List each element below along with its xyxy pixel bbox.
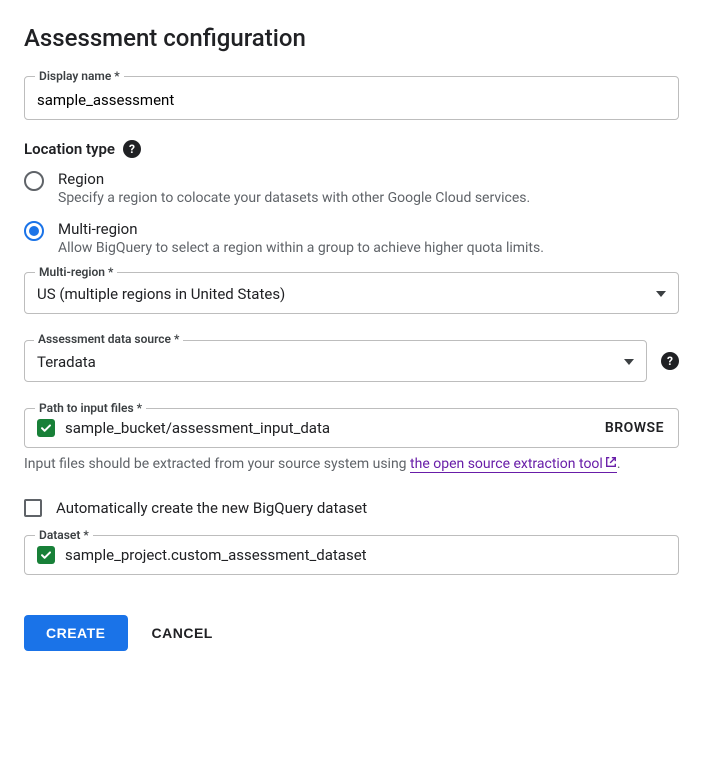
help-icon[interactable]: ? (661, 352, 679, 370)
path-help-text: Input files should be extracted from you… (24, 454, 679, 475)
checkbox-unchecked-icon (24, 499, 42, 517)
radio-multi-region-label: Multi-region (58, 220, 544, 238)
location-type-radio-group: Region Specify a region to colocate your… (24, 170, 679, 256)
path-help-prefix: Input files should be extracted from you… (24, 456, 410, 472)
radio-region-desc: Specify a region to colocate your datase… (58, 190, 530, 206)
radio-region-label: Region (58, 170, 530, 188)
data-source-label: Assessment data source * (34, 332, 183, 346)
display-name-field: Display name * (24, 76, 679, 120)
dataset-field[interactable]: Dataset * sample_project.custom_assessme… (24, 535, 679, 575)
radio-region[interactable]: Region Specify a region to colocate your… (24, 170, 679, 206)
location-type-label: Location type (24, 140, 115, 158)
display-name-label: Display name * (35, 69, 124, 83)
create-button[interactable]: CREATE (24, 615, 128, 651)
success-check-icon (37, 546, 55, 564)
auto-create-label: Automatically create the new BigQuery da… (56, 499, 367, 517)
external-link-icon (605, 454, 617, 475)
path-label: Path to input files * (35, 401, 146, 415)
dataset-label: Dataset * (35, 528, 93, 542)
dataset-value: sample_project.custom_assessment_dataset (65, 546, 664, 564)
radio-checked-icon (24, 221, 44, 241)
cancel-button[interactable]: CANCEL (152, 625, 213, 641)
multi-region-value: US (multiple regions in United States) (37, 285, 656, 303)
action-row: CREATE CANCEL (24, 615, 679, 651)
radio-multi-region[interactable]: Multi-region Allow BigQuery to select a … (24, 220, 679, 256)
extraction-tool-link[interactable]: the open source extraction tool (410, 456, 617, 473)
location-type-header: Location type ? (24, 140, 679, 158)
chevron-down-icon (624, 359, 634, 365)
path-field-wrap: Path to input files * sample_bucket/asse… (24, 408, 679, 475)
auto-create-checkbox[interactable]: Automatically create the new BigQuery da… (24, 499, 679, 517)
data-source-field-wrap: Assessment data source * Teradata ? (24, 340, 679, 382)
data-source-value: Teradata (37, 353, 624, 371)
radio-unchecked-icon (24, 171, 44, 191)
display-name-input[interactable] (25, 77, 678, 119)
page-title: Assessment configuration (24, 24, 679, 52)
radio-multi-region-desc: Allow BigQuery to select a region within… (58, 240, 544, 256)
help-icon[interactable]: ? (123, 140, 141, 158)
success-check-icon (37, 419, 55, 437)
data-source-select[interactable]: Teradata (24, 340, 647, 382)
multi-region-label: Multi-region * (35, 265, 117, 279)
path-help-suffix: . (617, 456, 621, 472)
browse-button[interactable]: BROWSE (605, 420, 664, 436)
chevron-down-icon (656, 291, 666, 297)
path-value: sample_bucket/assessment_input_data (65, 419, 595, 437)
multi-region-field[interactable]: Multi-region * US (multiple regions in U… (24, 272, 679, 314)
